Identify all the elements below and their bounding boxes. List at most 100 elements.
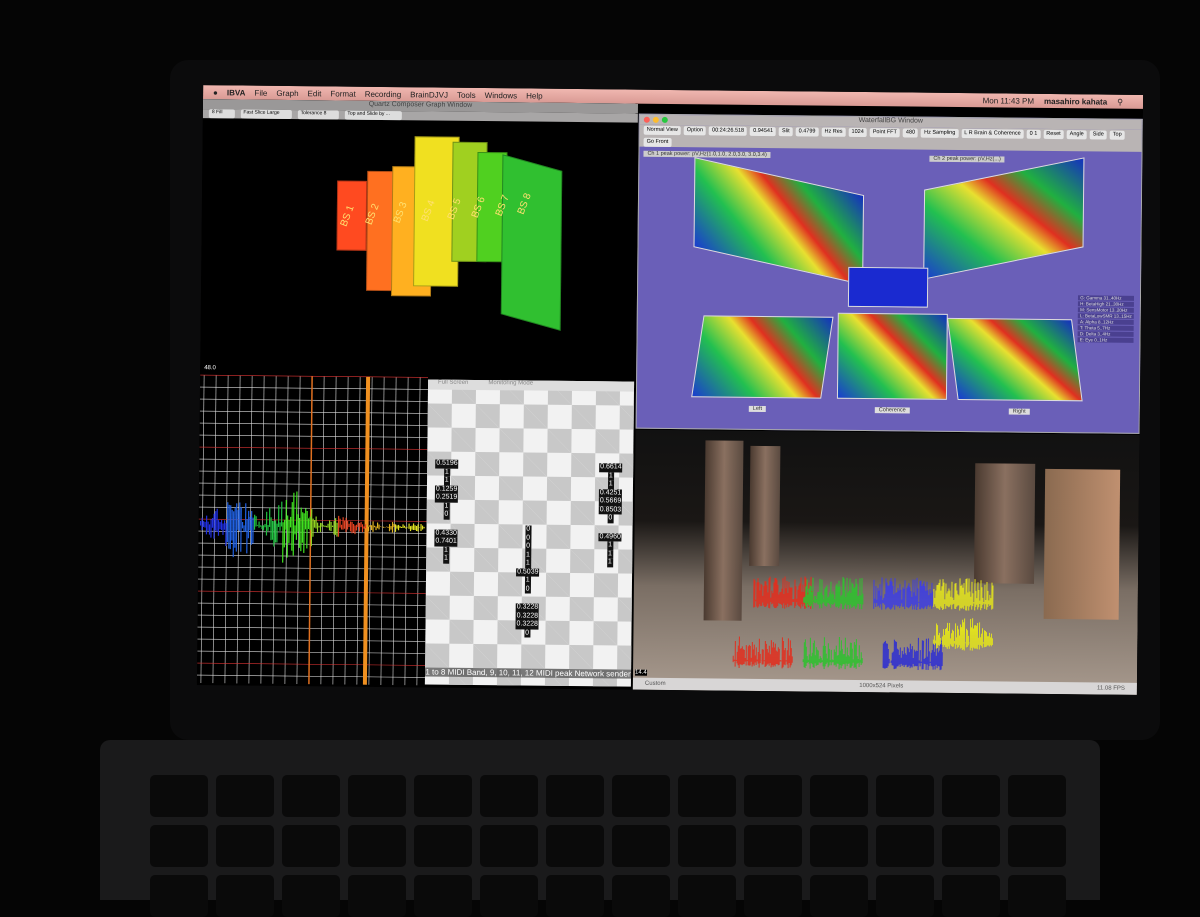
key[interactable] [1008,775,1066,817]
menu-braindjvj[interactable]: BrainDJVJ [410,90,448,99]
menu-format[interactable]: Format [330,89,355,98]
grid-line [199,507,427,509]
left-button[interactable]: Left [749,406,766,412]
menu-graph[interactable]: Graph [276,88,298,97]
minimize-button[interactable] [653,117,659,123]
key[interactable] [876,775,934,817]
key[interactable] [480,825,538,867]
waterfall-control[interactable]: Angle [1067,130,1087,139]
clock[interactable]: Mon 11:43 PM [983,96,1035,106]
key[interactable] [678,825,736,867]
key[interactable] [348,775,406,817]
key[interactable] [876,875,934,917]
right-flat-spectrum [947,318,1083,401]
key[interactable] [414,775,472,817]
tolerance-select[interactable]: Tolerance 8 [298,110,339,119]
close-button[interactable] [644,117,650,123]
grid-line [197,675,425,677]
key[interactable] [414,875,472,917]
key[interactable] [150,775,208,817]
menu-help[interactable]: Help [526,91,543,100]
waterfall-control[interactable]: 00:24:26.518 [709,126,747,135]
key[interactable] [150,825,208,867]
wave-sample [236,503,237,551]
key[interactable] [810,775,868,817]
value-label: 1 [525,551,531,560]
right-button[interactable]: Right [1009,409,1030,415]
waterfall-control[interactable]: Hz Sampling [921,129,958,138]
apple-icon[interactable]: ● [213,88,218,97]
key[interactable] [678,775,736,817]
key[interactable] [282,875,340,917]
key[interactable] [810,825,868,867]
key[interactable] [1008,875,1066,917]
value-label: 1 [444,477,450,486]
waterfall-control[interactable]: 480 [903,128,918,137]
key[interactable] [282,825,340,867]
waveform-plot [197,365,428,685]
legend-item: M: SensMotor 13..20Hz [1078,307,1134,313]
waterfall-control[interactable]: 1024 [848,128,866,137]
key[interactable] [414,825,472,867]
key[interactable] [876,825,934,867]
key[interactable] [612,825,670,867]
key[interactable] [480,775,538,817]
menu-file[interactable]: File [254,88,267,97]
key[interactable] [216,775,274,817]
waterfall-control[interactable]: Point FFT [870,128,900,137]
key[interactable] [942,875,1000,917]
slice-select[interactable]: Fast Slice Large [240,109,291,119]
key[interactable] [744,875,802,917]
waterfall-control[interactable]: L R Brain & Coherence [961,129,1023,139]
waterfall-control[interactable]: 0.94541 [750,127,776,136]
waterfall-control[interactable]: Option [684,126,706,135]
key[interactable] [942,825,1000,867]
menu-recording[interactable]: Recording [365,89,402,98]
key[interactable] [348,825,406,867]
value-label: 0 [525,585,531,594]
key[interactable] [546,775,604,817]
key[interactable] [744,775,802,817]
key[interactable] [546,875,604,917]
waterfall-control[interactable]: Top [1110,131,1125,140]
waterfall-control[interactable]: Normal View [644,126,681,135]
menu-app[interactable]: IBVA [227,88,246,97]
key[interactable] [282,775,340,817]
waterfall-control[interactable]: Reset [1043,130,1063,139]
view-select[interactable]: Top and Slide by ... [344,111,402,121]
waterfall-control[interactable]: Hz Res [821,128,845,137]
waterfall-window: WaterfallBG Window Normal ViewOption00:2… [636,114,1143,434]
legend-item: E: Eye 0..1Hz [1078,337,1134,343]
search-icon[interactable]: ⚲ [1117,97,1123,106]
fill-select[interactable]: 8 Fill [209,109,235,118]
menu-edit[interactable]: Edit [308,89,322,98]
waterfall-control[interactable]: 0 1 [1027,130,1041,139]
waterfall-control[interactable]: Go Front [644,138,672,147]
key[interactable] [810,875,868,917]
coherence-button[interactable]: Coherence [875,407,910,413]
key[interactable] [678,875,736,917]
key[interactable] [612,775,670,817]
key[interactable] [546,825,604,867]
waterfall-control[interactable]: Side [1090,130,1107,139]
waterfall-control[interactable]: 0.4799 [796,127,819,136]
key[interactable] [216,875,274,917]
value-label: 0 [525,534,531,543]
keys [150,775,1066,917]
key[interactable] [216,825,274,867]
key[interactable] [942,775,1000,817]
key[interactable] [1008,825,1066,867]
value-label: 0.3228 [516,603,540,612]
waterfall-control[interactable]: Slit [779,127,793,136]
zoom-button[interactable] [662,117,668,123]
full-screen-button[interactable]: Full Screen [438,380,468,390]
mode-select[interactable]: Custom [645,681,666,687]
key[interactable] [150,875,208,917]
key[interactable] [480,875,538,917]
key[interactable] [612,875,670,917]
menu-windows[interactable]: Windows [485,91,518,100]
user-name[interactable]: masahiro kahata [1044,96,1107,106]
key[interactable] [348,875,406,917]
key[interactable] [744,825,802,867]
menu-tools[interactable]: Tools [457,90,476,99]
